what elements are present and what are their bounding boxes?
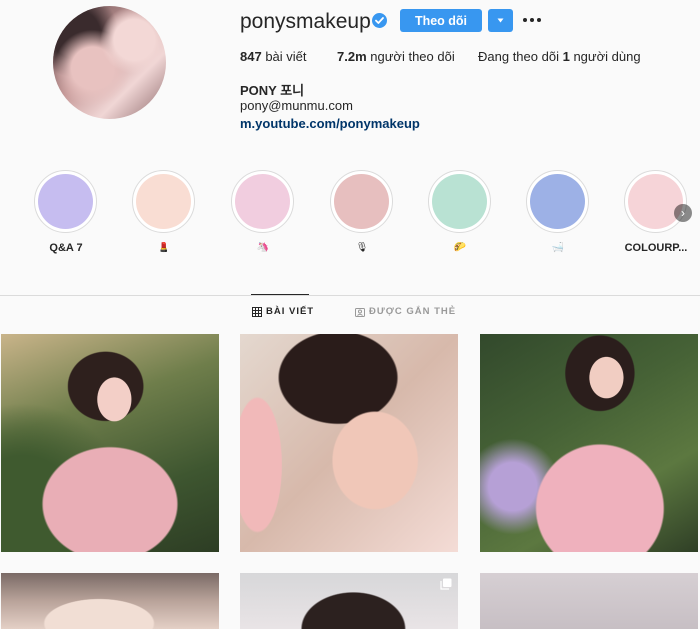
- story-highlight[interactable]: 🦄: [231, 170, 295, 253]
- post-thumbnail[interactable]: [480, 573, 698, 629]
- highlight-cover: [231, 170, 294, 233]
- highlight-cover-image: [628, 174, 683, 229]
- stat-following[interactable]: Đang theo dõi 1 người dùng: [478, 49, 641, 64]
- grid-icon: [252, 306, 262, 317]
- highlight-label: 🎙: [355, 242, 369, 253]
- highlight-label: 🌮: [453, 242, 467, 253]
- post-thumbnail[interactable]: [480, 334, 698, 552]
- profile-avatar[interactable]: [53, 6, 166, 119]
- tabs-divider: [0, 295, 700, 296]
- avatar-image: [53, 6, 166, 119]
- tagged-person-icon: [355, 307, 365, 317]
- profile-username: ponysmakeup: [240, 10, 371, 33]
- stat-posts: 847 bài viết: [240, 49, 307, 64]
- more-options-button[interactable]: [522, 12, 542, 28]
- post-thumbnail[interactable]: [1, 573, 219, 629]
- highlight-label: COLOURP...: [624, 242, 688, 254]
- profile-bio-email: pony@munmu.com: [240, 98, 353, 113]
- tab-posts[interactable]: BÀI VIẾT: [252, 306, 314, 317]
- highlight-cover: [132, 170, 195, 233]
- stat-followers[interactable]: 7.2m người theo dõi: [337, 49, 455, 64]
- suggestions-dropdown-button[interactable]: [488, 9, 513, 32]
- caret-down-icon: [497, 18, 504, 23]
- highlight-label: 💄: [157, 242, 171, 253]
- profile-website-link[interactable]: m.youtube.com/ponymakeup: [240, 116, 420, 131]
- highlight-cover: [624, 170, 687, 233]
- verified-badge-icon: [372, 13, 387, 28]
- highlight-cover-image: [432, 174, 487, 229]
- story-highlight[interactable]: 🎙: [330, 170, 394, 253]
- highlight-cover-image: [334, 174, 389, 229]
- highlight-cover-image: [235, 174, 290, 229]
- highlight-cover: [34, 170, 97, 233]
- highlight-cover: [330, 170, 393, 233]
- tab-posts-label: BÀI VIẾT: [266, 306, 315, 317]
- post-thumbnail[interactable]: [240, 334, 458, 552]
- post-thumbnail[interactable]: [240, 573, 458, 629]
- more-dots-icon: [523, 18, 541, 22]
- active-tab-indicator: [251, 294, 309, 295]
- tab-tagged-label: ĐƯỢC GẮN THẺ: [369, 306, 457, 317]
- post-thumbnail[interactable]: [1, 334, 219, 552]
- highlight-label: Q&A 7: [49, 242, 83, 254]
- highlight-cover: [526, 170, 589, 233]
- highlight-label: 🦄: [256, 242, 270, 253]
- multiple-photos-icon: [440, 578, 452, 590]
- highlight-cover-image: [136, 174, 191, 229]
- profile-full-name: PONY 포니: [240, 83, 305, 98]
- follow-button[interactable]: Theo dõi: [400, 9, 482, 32]
- story-highlight[interactable]: COLOURP...: [624, 170, 688, 254]
- story-highlight[interactable]: 🛁: [526, 170, 590, 253]
- highlight-label: 🛁: [551, 242, 565, 253]
- story-highlight[interactable]: 💄: [132, 170, 196, 253]
- highlight-cover-image: [38, 174, 93, 229]
- highlight-cover: [428, 170, 491, 233]
- tab-tagged[interactable]: ĐƯỢC GẮN THẺ: [355, 306, 456, 317]
- story-highlight[interactable]: 🌮: [428, 170, 492, 253]
- highlight-cover-image: [530, 174, 585, 229]
- story-highlight[interactable]: Q&A 7: [34, 170, 98, 254]
- highlights-next-arrow-icon[interactable]: ›: [674, 204, 692, 222]
